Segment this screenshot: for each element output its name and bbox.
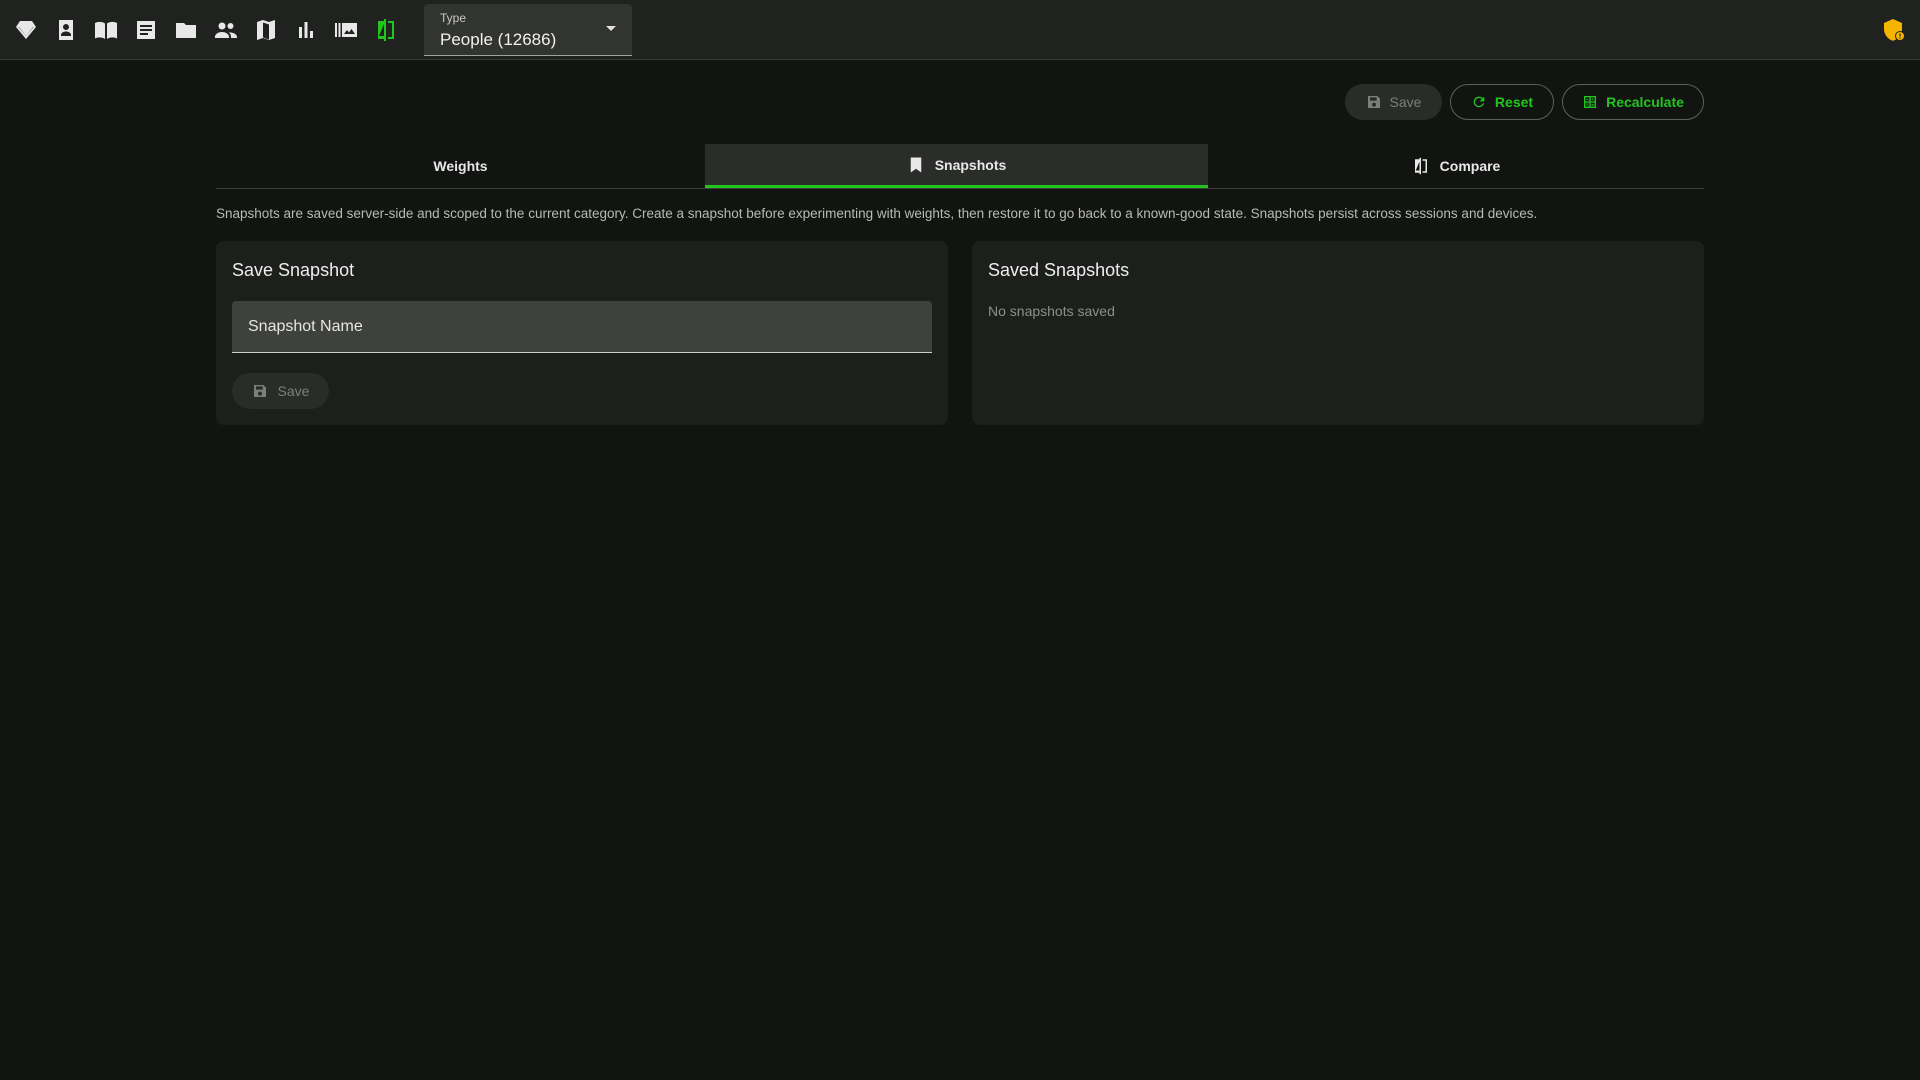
map-icon[interactable] (253, 17, 279, 43)
save-button[interactable]: Save (1345, 84, 1442, 120)
bookmark-icon (910, 157, 921, 172)
type-select[interactable]: Type People (12686) (424, 4, 632, 56)
book-open-icon[interactable] (93, 17, 119, 43)
tab-snapshots[interactable]: Snapshots (705, 144, 1208, 188)
bar-chart-icon[interactable] (293, 17, 319, 43)
save-icon (1367, 96, 1380, 108)
reset-button-label: Reset (1494, 94, 1534, 110)
save-snapshot-button[interactable]: Save (232, 373, 329, 409)
save-snapshot-button-label: Save (277, 383, 310, 399)
tab-weights[interactable]: Weights (216, 144, 705, 188)
recalculate-button-label: Recalculate (1606, 94, 1684, 110)
people-icon[interactable] (213, 17, 239, 43)
save-icon (253, 385, 266, 397)
shield-alert-icon[interactable] (1882, 18, 1906, 42)
article-icon[interactable] (133, 17, 159, 43)
reset-button[interactable]: Reset (1450, 84, 1554, 120)
gallery-icon[interactable] (333, 17, 359, 43)
snapshots-description: Snapshots are saved server-side and scop… (216, 206, 1538, 221)
snapshot-name-input[interactable] (232, 301, 932, 353)
contact-card-icon[interactable] (53, 17, 79, 43)
tab-compare-label: Compare (1439, 158, 1501, 174)
tab-snapshots-label: Snapshots (934, 156, 1007, 173)
recalculate-button[interactable]: Recalculate (1562, 84, 1704, 120)
save-button-label: Save (1389, 94, 1422, 110)
tab-weights-label: Weights (433, 158, 488, 174)
empty-state-text: No snapshots saved (988, 303, 1115, 319)
tab-bar: Weights Snapshots Compare (216, 144, 1704, 189)
compare-icon[interactable] (373, 17, 399, 43)
top-navigation-bar: Type People (12686) (0, 0, 1920, 60)
refresh-icon (1473, 96, 1485, 108)
save-snapshot-card: Save Snapshot Save (216, 241, 948, 425)
gem-icon[interactable] (13, 17, 39, 43)
saved-snapshots-title: Saved Snapshots (988, 260, 1130, 280)
tab-compare[interactable]: Compare (1208, 144, 1704, 188)
calculator-icon (1584, 96, 1597, 108)
folder-icon[interactable] (173, 17, 199, 43)
chevron-down-icon (606, 26, 616, 31)
type-select-value: People (12686) (440, 30, 557, 49)
compare-icon (1414, 157, 1427, 175)
saved-snapshots-card: Saved Snapshots No snapshots saved (972, 241, 1704, 425)
type-select-label: Type (440, 11, 467, 25)
save-snapshot-title: Save Snapshot (232, 260, 355, 280)
